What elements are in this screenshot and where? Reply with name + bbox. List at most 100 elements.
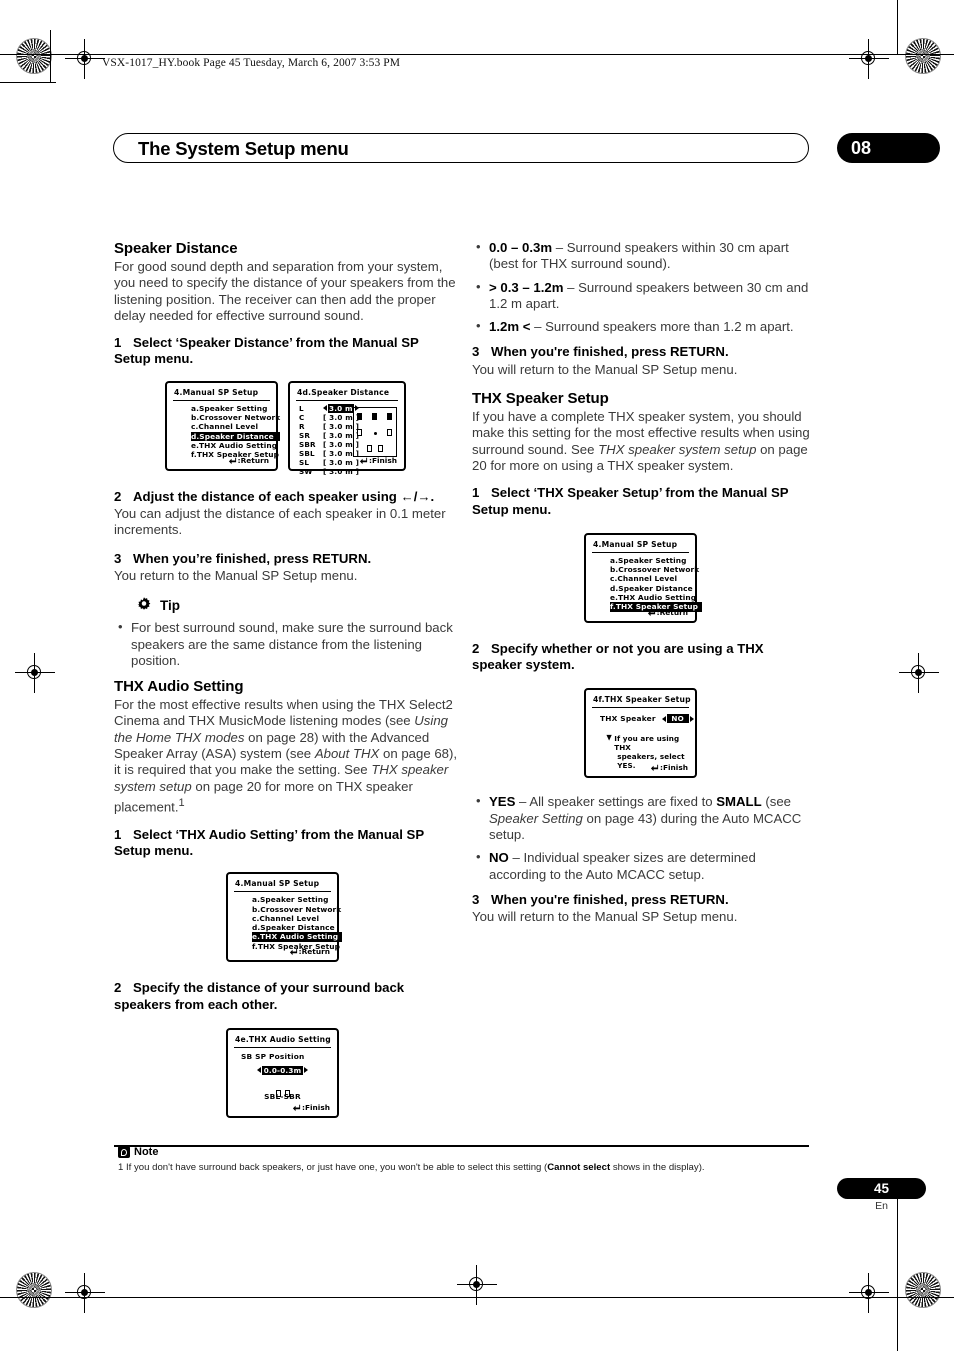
osd-footer: :Return xyxy=(647,608,688,617)
speaker-icon-surround-back-left xyxy=(367,444,372,452)
tip-label: Tip xyxy=(160,597,180,613)
speaker-distance-step-3-body: You return to the Manual SP Setup menu. xyxy=(114,567,358,583)
thx-speaker-intro: If you have a complete THX speaker syste… xyxy=(472,409,816,474)
registration-circle-bottom-left xyxy=(16,1272,52,1308)
step-text: Select ‘THX Speaker Setup’ from the Manu… xyxy=(472,485,789,517)
osd-menu-item: d.Speaker Distance xyxy=(610,583,693,593)
osd-menu-list: a.Speaker Setting b.Crossover Network c.… xyxy=(191,404,281,460)
speaker-icon-front-left xyxy=(357,412,362,420)
step-number: 2 xyxy=(114,488,122,504)
note-text-a: If you don't have surround back speakers… xyxy=(123,1162,548,1173)
osd-menu-item-selected: d.Speaker Distance xyxy=(191,431,281,441)
step-text-pre: Adjust the distance of each speaker usin… xyxy=(133,488,401,504)
osd-title-rule xyxy=(234,1046,331,1048)
osd-menu-item: b.Crossover Network xyxy=(252,904,342,914)
note-text-bold: Cannot select xyxy=(547,1162,611,1173)
osd-menu-item: e.THX Audio Setting xyxy=(191,440,278,450)
speaker-icon-surround-right xyxy=(387,428,392,436)
osd-title: 4.Manual SP Setup xyxy=(593,539,678,549)
osd-footer: :Return xyxy=(289,947,330,956)
file-stamp: VSX-1017_HY.book Page 45 Tuesday, March … xyxy=(102,57,401,69)
speaker-distance-intro: For good sound depth and separation from… xyxy=(114,259,456,323)
step-number: 1 xyxy=(114,826,122,842)
speaker-distance-step-1: 1 Select ‘Speaker Distance’ from the Manu… xyxy=(114,335,458,368)
osd-title-rule xyxy=(592,707,689,709)
osd-title-rule xyxy=(592,551,689,553)
step-number: 2 xyxy=(472,640,480,656)
osd-speaker-distance: 4d.Speaker Distance L 3.0 m C [ 3.0 m ] xyxy=(288,380,406,476)
osd-menu-item-selected: e.THX Audio Setting xyxy=(252,932,343,942)
distance-step-3: 3 When you're finished, press RETURN. xyxy=(472,344,816,360)
osd-menu-item: b.Crossover Network xyxy=(610,565,700,575)
speaker-distance-step-2-body: You can adjust the distance of each spea… xyxy=(114,506,446,538)
registration-target-bottom-right xyxy=(849,1273,889,1313)
osd-menu-item: c.Channel Level xyxy=(191,422,259,432)
channel-label: SBL xyxy=(299,449,315,459)
step-number: 3 xyxy=(114,550,122,566)
file-stamp-vertical-rule xyxy=(897,0,898,54)
arrow-keys-glyph: ←/→ xyxy=(400,488,431,504)
distance-bullet-item: 1.2m < – Surround speakers more than 1.2… xyxy=(472,318,816,335)
distance-row: R [ 3.0 m ] xyxy=(299,422,359,431)
registration-target-bottom-left xyxy=(65,1273,105,1313)
distance-row: C [ 3.0 m ] xyxy=(299,413,359,422)
osd-group-thx-speaker: 4.Manual SP Setup a.Speaker Setting b.Cr… xyxy=(584,532,816,629)
thx-speaker-bullet-yes: YES – All speaker settings are fixed to … xyxy=(472,793,816,843)
distance-range-bullets: 0.0 – 0.3m – Surround speakers within 30… xyxy=(472,239,816,335)
osd-thx-speaker-value: NO xyxy=(666,714,689,724)
step-text: When you’re finished, press RETURN. xyxy=(133,550,372,566)
return-icon xyxy=(650,765,659,772)
step-text: When you're finished, press RETURN. xyxy=(491,344,729,360)
channel-label: SL xyxy=(299,458,310,468)
return-icon xyxy=(647,609,655,616)
bullet-bold: 0.0 – 0.3m xyxy=(489,240,553,255)
osd-title-rule xyxy=(234,891,331,893)
osd-group-thx-audio: 4.Manual SP Setup a.Speaker Setting b.Cr… xyxy=(226,872,458,968)
heading-thx-speaker-setup: THX Speaker Setup xyxy=(472,390,609,408)
channel-label: R xyxy=(299,421,305,431)
bullet-em: Speaker Setting xyxy=(489,810,583,826)
distance-row: SL [ 3.0 m ] xyxy=(299,458,359,467)
down-pointer-icon xyxy=(606,735,612,742)
osd-title-rule xyxy=(296,399,398,401)
thx-speaker-step-3: 3 When you're finished, press RETURN. xyxy=(472,892,816,908)
registration-circle-top-right xyxy=(905,38,941,74)
osd-footer-label: :Return xyxy=(298,947,330,957)
channel-label: C xyxy=(299,412,305,422)
return-icon xyxy=(289,949,297,956)
bullet-rest: – Surround speakers more than 1.2 m apar… xyxy=(530,319,794,335)
osd-footer-label: :Finish xyxy=(369,455,397,465)
tip-bullet-item: For best surround sound, make sure the s… xyxy=(114,619,458,669)
step-text: Specify whether or not you are using a T… xyxy=(472,640,764,673)
osd-footer-label: :Finish xyxy=(660,763,688,773)
osd-footer-label: :Finish xyxy=(302,1102,330,1112)
osd-title-rule xyxy=(173,399,270,401)
speaker-icon-surround-back-right xyxy=(378,444,383,452)
osd-value-row: 0.0-0.3m xyxy=(228,1065,337,1075)
thx-speaker-bullets: YES – All speaker settings are fixed to … xyxy=(472,793,816,882)
distance-value: 3.0 m xyxy=(328,403,354,413)
step-text-post: . xyxy=(430,488,435,504)
registration-target-right-middle xyxy=(899,653,939,693)
listening-position-dot xyxy=(374,431,377,435)
tip-bullets: For best surround sound, make sure the s… xyxy=(114,619,458,669)
step-number: 3 xyxy=(472,344,480,360)
distance-bullet-item: 0.0 – 0.3m – Surround speakers within 30… xyxy=(472,239,816,273)
osd-hint-line-1: If you are using THX xyxy=(614,734,680,753)
left-column: Speaker Distance For good sound depth an… xyxy=(114,240,458,1124)
bullet-bold: 1.2m < xyxy=(489,319,531,335)
return-icon xyxy=(292,1104,301,1111)
distance-row: SW [ 3.0 m ] xyxy=(299,467,359,476)
osd-thx-speaker-row: THX Speaker NO xyxy=(600,714,694,724)
channel-label: SBR xyxy=(299,440,316,450)
step-text: Select ‘Speaker Distance’ from the Manua… xyxy=(114,335,419,367)
osd-menu-item: d.Speaker Distance xyxy=(252,923,335,933)
right-column: 0.0 – 0.3m – Surround speakers within 30… xyxy=(472,239,816,938)
return-icon xyxy=(359,457,368,464)
note-text-b: shows in the display). xyxy=(610,1162,705,1173)
note-icon xyxy=(118,1146,130,1158)
right-arrow-icon xyxy=(304,1066,309,1073)
distance-row: L 3.0 m xyxy=(299,403,359,413)
osd-title: 4.Manual SP Setup xyxy=(235,879,320,889)
osd-distance-rows: L 3.0 m C [ 3.0 m ] R [ 3.0 m ] SR [3.0… xyxy=(299,403,359,477)
